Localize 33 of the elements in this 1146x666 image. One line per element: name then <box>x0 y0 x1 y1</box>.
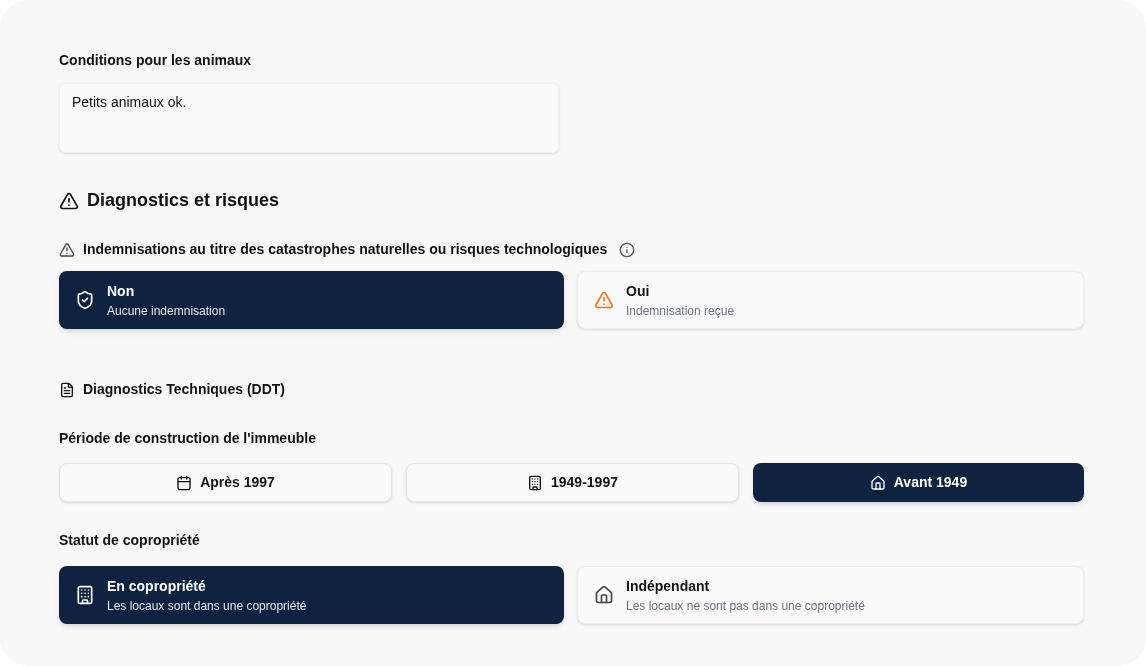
option-subtitle: Indemnisation reçue <box>626 302 735 320</box>
option-title: Non <box>107 281 136 301</box>
house-icon <box>869 474 886 491</box>
field-label: Conditions pour les animaux <box>59 51 253 70</box>
subsection-title: Diagnostics Techniques (DDT) <box>83 380 285 399</box>
warning-icon <box>594 290 614 310</box>
shield-check-icon <box>75 290 95 310</box>
period-button[interactable]: Après 1997 <box>59 463 392 502</box>
option-subtitle: Les locaux sont dans une copropriété <box>107 597 307 615</box>
field-label: Période de construction de l'immeuble <box>59 429 317 448</box>
period-button[interactable]: 1949-1997 <box>406 463 739 502</box>
house-icon <box>594 585 614 605</box>
option-title: Oui <box>626 281 651 301</box>
option-card[interactable]: Indépendant Les locaux ne sont pas dans une copropriété <box>577 566 1084 624</box>
option-subtitle: Les locaux ne sont pas dans une copropriété <box>626 597 865 615</box>
option-card[interactable]: Oui Indemnisation reçue <box>577 271 1084 329</box>
option-card[interactable]: En copropriété Les locaux sont dans une copropriété <box>59 566 564 624</box>
field-label: Statut de copropriété <box>59 531 201 550</box>
option-title: Indépendant <box>626 576 711 596</box>
option-card[interactable]: Non Aucune indemnisation <box>59 271 564 329</box>
warning-icon <box>59 241 75 258</box>
calendar-icon <box>176 474 193 491</box>
field-label: Indemnisations au titre des catastrophes naturelles ou risques technologiques <box>83 240 608 259</box>
pets-textarea[interactable]: Petits animaux ok. <box>59 83 559 153</box>
warning-icon <box>59 190 79 211</box>
option-title: En copropriété <box>107 576 207 596</box>
building-icon <box>75 585 95 605</box>
option-subtitle: Aucune indemnisation <box>107 302 226 320</box>
document-icon <box>59 381 75 398</box>
info-icon[interactable] <box>619 241 636 258</box>
period-button[interactable]: Avant 1949 <box>753 463 1084 502</box>
section-title: Diagnostics et risques <box>87 189 280 212</box>
building-icon <box>527 474 543 491</box>
